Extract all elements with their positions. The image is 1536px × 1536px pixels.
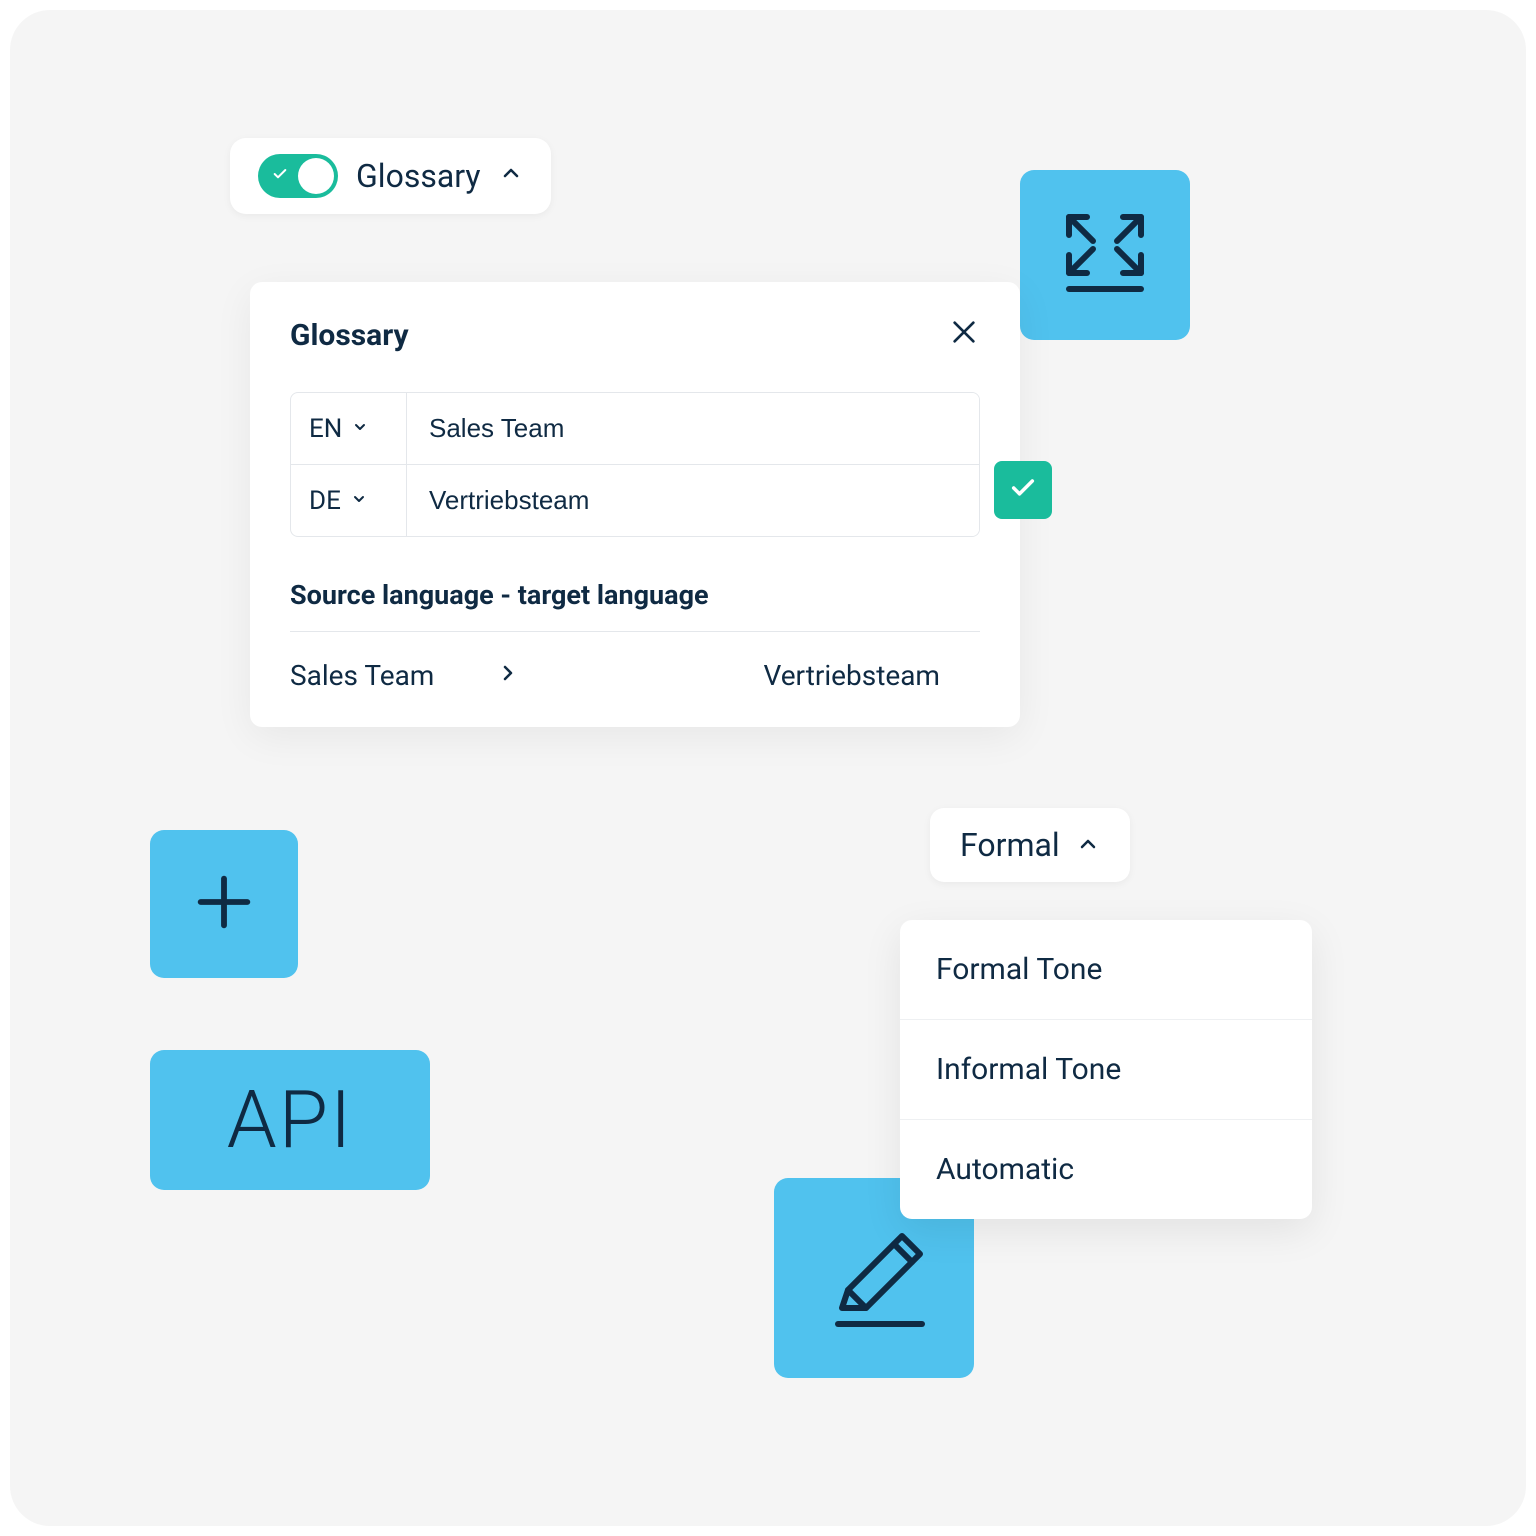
close-icon[interactable] xyxy=(948,316,980,354)
tone-option-label: Automatic xyxy=(936,1152,1074,1187)
tone-option-label: Formal Tone xyxy=(936,952,1102,987)
panel-title: Glossary xyxy=(290,318,409,353)
confirm-button[interactable] xyxy=(994,461,1052,519)
plus-icon xyxy=(189,867,259,941)
glossary-panel: Glossary EN DE xyxy=(250,282,1020,727)
mapping-target: Vertriebsteam xyxy=(763,659,940,692)
tone-option-informal[interactable]: Informal Tone xyxy=(900,1020,1312,1120)
tone-option-formal[interactable]: Formal Tone xyxy=(900,920,1312,1020)
toggle-switch[interactable] xyxy=(258,154,338,198)
glossary-toggle-label: Glossary xyxy=(356,157,481,195)
chevron-up-icon xyxy=(499,161,523,191)
formality-selector[interactable]: Formal xyxy=(930,808,1130,882)
term-entry-block: EN DE xyxy=(290,392,980,537)
chevron-right-icon xyxy=(496,658,520,693)
mapping-source: Sales Team xyxy=(290,659,434,692)
check-icon xyxy=(272,166,288,187)
panel-header: Glossary xyxy=(290,316,980,354)
source-row: EN xyxy=(290,392,980,465)
mapping-row: Sales Team Vertriebsteam xyxy=(290,632,980,697)
source-lang-select[interactable]: EN xyxy=(291,393,407,464)
chevron-down-icon xyxy=(351,484,367,514)
target-row: DE xyxy=(290,465,980,537)
chevron-down-icon xyxy=(352,412,368,442)
tone-option-label: Informal Tone xyxy=(936,1052,1121,1087)
canvas: Glossary Glossary xyxy=(10,10,1526,1526)
tone-menu: Formal Tone Informal Tone Automatic xyxy=(900,920,1312,1219)
toggle-knob xyxy=(298,158,334,194)
plus-tile[interactable] xyxy=(150,830,298,978)
tone-option-automatic[interactable]: Automatic xyxy=(900,1120,1312,1219)
pencil-icon xyxy=(814,1216,934,1340)
source-lang-code: EN xyxy=(309,414,342,444)
target-lang-select[interactable]: DE xyxy=(291,465,407,536)
target-lang-code: DE xyxy=(309,486,341,516)
glossary-toggle-pill[interactable]: Glossary xyxy=(230,138,551,214)
target-term-input[interactable] xyxy=(407,465,979,536)
api-label: API xyxy=(227,1073,354,1167)
check-icon xyxy=(1009,474,1037,506)
expand-tile[interactable] xyxy=(1020,170,1190,340)
chevron-up-icon xyxy=(1076,826,1100,864)
api-tile[interactable]: API xyxy=(150,1050,430,1190)
source-term-input[interactable] xyxy=(407,393,979,464)
expand-icon xyxy=(1055,203,1155,307)
formality-selected: Formal xyxy=(960,826,1060,864)
section-label: Source language - target language xyxy=(290,555,980,632)
